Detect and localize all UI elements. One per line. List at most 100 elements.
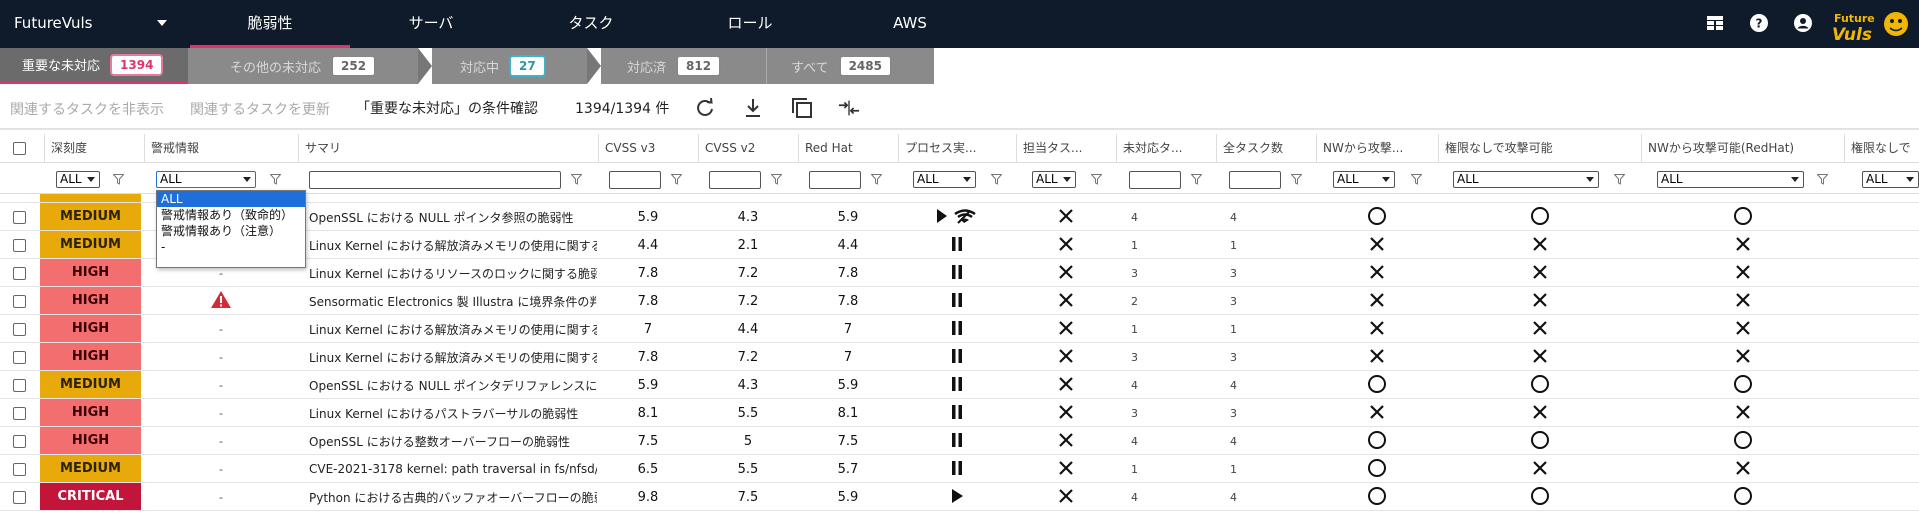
condition-check-link[interactable]: 「重要な未対応」の条件確認 (356, 98, 538, 118)
row-checkbox[interactable] (13, 266, 26, 280)
filter-icon[interactable] (1091, 174, 1102, 185)
summary-link[interactable]: Linux Kernel における解放済みメモリの使用に関する脆弱性 (309, 231, 597, 259)
nw-attack-redhat-filter-select[interactable]: ALL (1657, 171, 1804, 188)
summary-link[interactable]: Linux Kernel におけるパストラバーサルの脆弱性 (309, 399, 597, 427)
row-checkbox[interactable] (13, 406, 26, 420)
nw-attack-filter-select[interactable]: ALL (1333, 171, 1395, 188)
status-tab-important-open[interactable]: 重要な未対応 1394 (0, 48, 188, 84)
row-checkbox[interactable] (13, 294, 26, 308)
filter-icon[interactable] (270, 174, 281, 185)
col-no-priv-redhat[interactable]: 権限なしで (1844, 134, 1919, 163)
filter-icon[interactable] (113, 174, 124, 185)
table-row[interactable]: CRITICAL - Python における古典的バッファオーバーフローの脆弱性 9.… (0, 483, 1919, 511)
warning-icon[interactable] (210, 290, 232, 312)
col-cvss3[interactable]: CVSS v3 (598, 134, 698, 163)
alert-filter-select[interactable]: ALL (156, 171, 256, 188)
cvss3-filter-input[interactable] (609, 171, 661, 189)
summary-filter-input[interactable] (309, 171, 561, 189)
filter-icon[interactable] (991, 174, 1002, 185)
redhat-filter-input[interactable] (809, 171, 861, 189)
table-row[interactable]: HIGH - OpenSSL における整数オーバーフローの脆弱性 7.5 5 7.5 4 4 (0, 427, 1919, 455)
filter-icon[interactable] (1191, 174, 1202, 185)
status-tab-all[interactable]: すべて 2485 (766, 48, 934, 84)
filter-icon[interactable] (871, 174, 882, 185)
col-assigned[interactable]: 担当タス... (1016, 134, 1116, 163)
table-row[interactable]: HIGH - Linux Kernel における解放済みメモリの使用に関する脆弱性 7… (0, 315, 1919, 343)
app-name[interactable]: FutureVuls (14, 14, 93, 32)
row-checkbox[interactable] (13, 490, 26, 504)
alert-filter-option[interactable]: ALL (157, 191, 305, 207)
row-checkbox[interactable] (13, 462, 26, 476)
table-row[interactable]: MEDIUM - CVE-2021-3178 kernel: path traver… (0, 455, 1919, 483)
compress-columns-icon[interactable] (838, 97, 860, 119)
nav-tab-aws[interactable]: AWS (830, 0, 990, 48)
table-row[interactable]: MEDIUM - OpenSSL における NULL ポインタデリファレンスに関する… (0, 371, 1919, 399)
table-row[interactable]: HIGH - Linux Kernel におけるパストラバーサルの脆弱性 8.1 5.5… (0, 399, 1919, 427)
nav-tab-servers[interactable]: サーバ (351, 0, 511, 48)
summary-link[interactable]: Linux Kernel におけるリソースのロックに関する脆弱性 (309, 259, 597, 287)
filter-icon[interactable] (1291, 174, 1302, 185)
summary-link[interactable]: Sensormatic Electronics 製 Illustra に境界条件… (309, 287, 597, 315)
col-summary[interactable]: サマリ (298, 134, 598, 163)
col-process[interactable]: プロセス実... (898, 134, 1016, 163)
col-nw-attack[interactable]: NWから攻撃... (1316, 134, 1438, 163)
row-checkbox[interactable] (13, 322, 26, 336)
open-tasks-value: 1 (1131, 322, 1138, 336)
filter-icon[interactable] (1817, 174, 1828, 185)
download-icon[interactable] (742, 97, 764, 119)
status-tab-done[interactable]: 対応済 812 (601, 48, 766, 84)
filter-icon[interactable] (671, 174, 682, 185)
summary-link[interactable]: Linux Kernel における解放済みメモリの使用に関する脆弱性 (309, 343, 597, 371)
filter-icon[interactable] (771, 174, 782, 185)
all-tasks-filter-input[interactable] (1229, 171, 1281, 189)
update-related-tasks-button[interactable]: 関連するタスクを更新 (190, 99, 330, 119)
col-all-tasks[interactable]: 全タスク数 (1216, 134, 1316, 163)
summary-link[interactable]: CVE-2021-3178 kernel: path traversal in … (309, 455, 597, 483)
filter-icon[interactable] (1411, 174, 1422, 185)
table-view-icon[interactable] (1705, 13, 1725, 33)
no-priv-filter-select[interactable]: ALL (1453, 171, 1599, 188)
col-severity[interactable]: 深刻度 (44, 134, 144, 163)
assigned-filter-select[interactable]: ALL (1032, 171, 1076, 188)
summary-link[interactable]: OpenSSL における整数オーバーフローの脆弱性 (309, 427, 597, 455)
chevron-down-icon[interactable] (157, 20, 167, 26)
table-row[interactable]: HIGH Sensormatic Electronics 製 Illustra に… (0, 287, 1919, 315)
nav-tab-tasks[interactable]: タスク (511, 0, 671, 48)
alert-filter-option[interactable]: 警戒情報あり（注意） (157, 223, 305, 239)
table-row[interactable]: HIGH - Linux Kernel における解放済みメモリの使用に関する脆弱性 7… (0, 343, 1919, 371)
cvss2-filter-input[interactable] (709, 171, 761, 189)
refresh-icon[interactable] (694, 97, 716, 119)
row-checkbox[interactable] (13, 238, 26, 252)
open-tasks-filter-input[interactable] (1129, 171, 1181, 189)
row-checkbox[interactable] (13, 210, 26, 224)
col-no-priv[interactable]: 権限なしで攻撃可能 (1438, 134, 1641, 163)
summary-link[interactable]: OpenSSL における NULL ポインタデリファレンスに関する脆弱性 (309, 371, 597, 399)
summary-link[interactable]: Linux Kernel における解放済みメモリの使用に関する脆弱性 (309, 315, 597, 343)
status-tab-other-open[interactable]: その他の未対応 252 (188, 48, 418, 84)
hide-related-tasks-button[interactable]: 関連するタスクを非表示 (10, 99, 164, 119)
summary-link[interactable]: OpenSSL における NULL ポインタ参照の脆弱性 (309, 203, 597, 231)
help-icon[interactable]: ? (1749, 13, 1769, 33)
col-alert[interactable]: 警戒情報 (144, 134, 298, 163)
account-icon[interactable] (1793, 13, 1813, 33)
col-cvss2[interactable]: CVSS v2 (698, 134, 798, 163)
nav-tab-roles[interactable]: ロール (670, 0, 830, 48)
filter-icon[interactable] (1614, 174, 1625, 185)
summary-link[interactable]: Python における古典的バッファオーバーフローの脆弱性 (309, 483, 597, 511)
row-checkbox[interactable] (13, 378, 26, 392)
status-tab-in-progress[interactable]: 対応中 27 (432, 48, 587, 84)
alert-filter-option[interactable]: 警戒情報あり（致命的） (157, 207, 305, 223)
col-open-tasks[interactable]: 未対応タ... (1116, 134, 1216, 163)
alert-filter-option[interactable]: - (157, 239, 305, 255)
filter-icon[interactable] (571, 174, 582, 185)
col-redhat[interactable]: Red Hat (798, 134, 898, 163)
select-all-checkbox[interactable] (13, 142, 26, 155)
col-nw-attack-redhat[interactable]: NWから攻撃可能(RedHat) (1641, 134, 1844, 163)
nav-tab-vulnerabilities[interactable]: 脆弱性 (190, 0, 350, 48)
process-filter-select[interactable]: ALL (913, 171, 976, 188)
severity-filter-select[interactable]: ALL (56, 171, 100, 188)
row-checkbox[interactable] (13, 350, 26, 364)
no-priv-redhat-filter-select[interactable]: ALL (1862, 171, 1919, 188)
row-checkbox[interactable] (13, 434, 26, 448)
copy-icon[interactable] (791, 97, 813, 119)
